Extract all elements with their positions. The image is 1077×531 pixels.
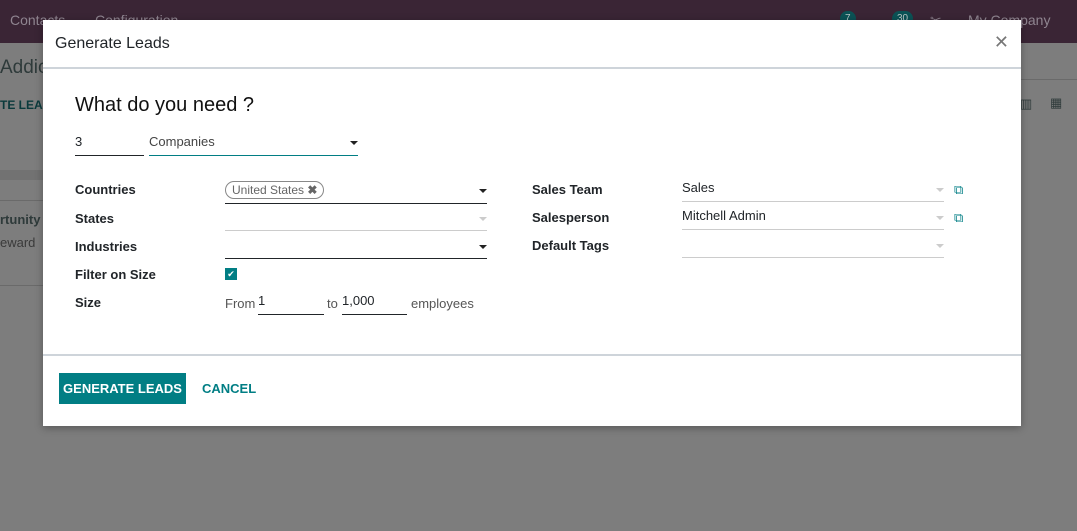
filter-size-checkbox[interactable]: ✔ [225, 268, 237, 280]
dialog-heading: What do you need ? [75, 94, 255, 116]
remove-tag-icon[interactable]: ✖ [307, 183, 317, 197]
size-to-input[interactable]: 1,000 [342, 293, 407, 315]
external-link-icon[interactable]: ⧉ [954, 210, 963, 226]
size-to-label: to [327, 296, 338, 311]
countries-field[interactable]: United States ✖ [225, 181, 487, 204]
bg-pivot-view-icon: ▦ [1050, 95, 1063, 110]
bg-card-title: rtunity [0, 212, 41, 227]
chevron-down-icon [936, 188, 944, 192]
filter-size-label: Filter on Size [75, 267, 156, 282]
states-field[interactable] [225, 209, 487, 231]
chevron-down-icon [936, 244, 944, 248]
salesperson-label: Salesperson [532, 210, 610, 225]
bg-page-title: Addic [0, 57, 48, 78]
dialog-footer-divider [43, 354, 1021, 356]
default-tags-label: Default Tags [532, 238, 610, 253]
industries-field[interactable] [225, 237, 487, 259]
country-tag: United States ✖ [225, 181, 325, 199]
size-from-input[interactable]: 1 [258, 293, 324, 315]
countries-label: Countries [75, 182, 136, 197]
chevron-down-icon [350, 141, 358, 145]
dialog-title: Generate Leads [55, 35, 170, 52]
close-icon[interactable]: ✕ [994, 32, 1009, 53]
default-tags-field[interactable] [682, 236, 944, 258]
chevron-down-icon [479, 189, 487, 193]
cancel-button[interactable]: CANCEL [202, 381, 256, 396]
bg-graph-view-icon: ▥ [1020, 96, 1033, 111]
size-from-label: From [225, 296, 256, 311]
chevron-down-icon [479, 245, 487, 249]
sales-team-label: Sales Team [532, 182, 603, 197]
generate-leads-button[interactable]: GENERATE LEADS [59, 373, 186, 404]
bg-card-sub: eward [0, 235, 36, 250]
industries-label: Industries [75, 239, 138, 254]
external-link-icon[interactable]: ⧉ [954, 182, 963, 198]
generate-leads-dialog: Generate Leads ✕ What do you need ? 3 Co… [43, 20, 1021, 426]
count-input[interactable]: 3 [75, 134, 144, 156]
target-type-select[interactable]: Companies [149, 134, 358, 156]
salesperson-field[interactable]: Mitchell Admin [682, 208, 944, 230]
chevron-down-icon [479, 217, 487, 221]
size-label: Size [75, 295, 102, 310]
size-unit-label: employees [411, 296, 474, 311]
states-label: States [75, 211, 115, 226]
chevron-down-icon [936, 216, 944, 220]
sales-team-field[interactable]: Sales [682, 180, 944, 202]
